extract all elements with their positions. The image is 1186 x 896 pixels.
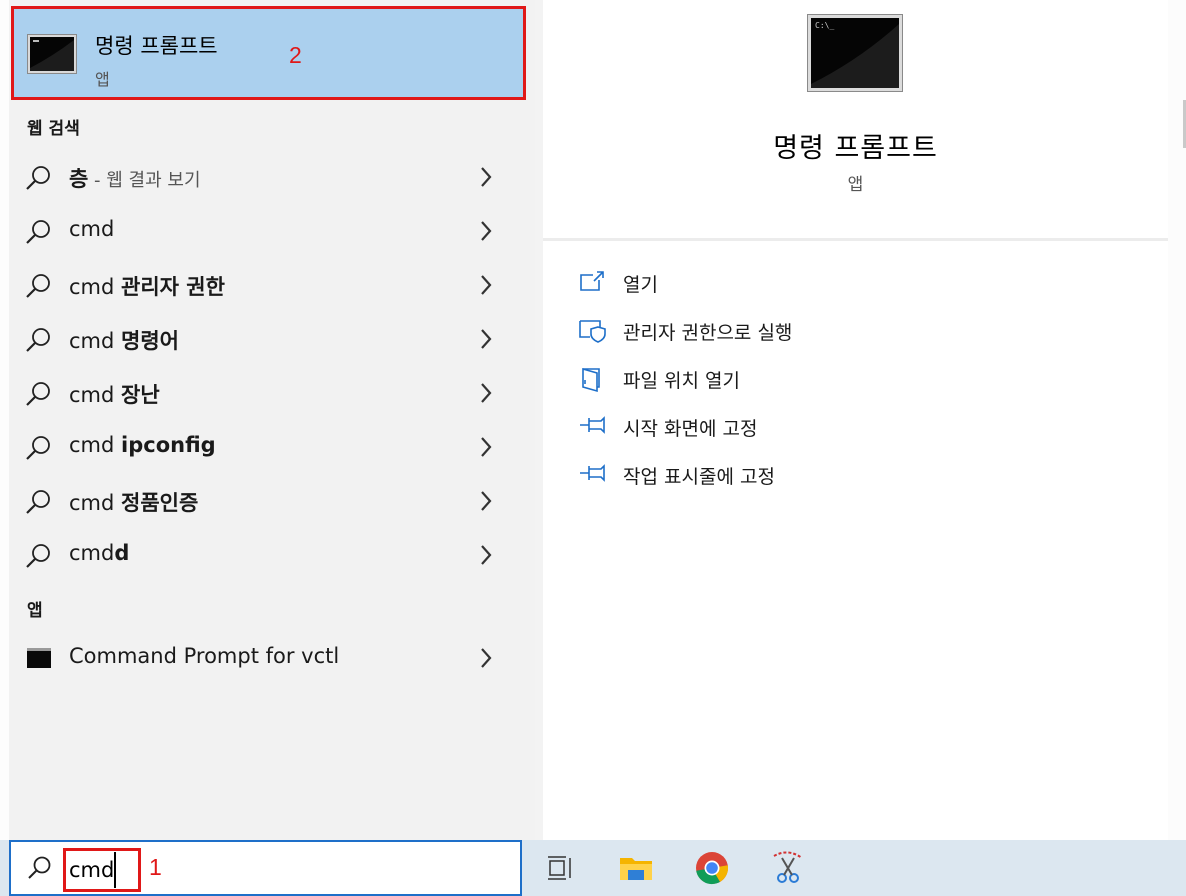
search-icon [25,272,53,304]
result-query-text: cmd [69,491,122,515]
best-match-title: 명령 프롬프트 [95,34,218,58]
action-pin-to-taskbar-label: 작업 표시줄에 고정 [623,466,775,488]
web-search-result[interactable]: cmd [9,204,535,258]
action-run-as-admin-label: 관리자 권한으로 실행 [623,322,793,344]
web-search-result-label: cmd ipconfig [69,433,216,457]
search-icon [25,488,53,520]
web-search-result[interactable]: cmd 장난 [9,366,535,420]
search-icon [25,542,53,574]
result-suggestion-text: 정품인증 [121,491,199,515]
action-pin-to-taskbar[interactable]: 작업 표시줄에 고정 [579,461,819,491]
result-suggestion-text: 층 [69,167,89,191]
result-query-text: cmd [69,275,122,299]
snipping-tool-button[interactable] [766,846,810,890]
search-icon [25,434,53,466]
snipping-tool-icon [773,851,803,883]
search-icon [25,218,53,250]
command-prompt-icon [27,648,51,672]
best-match-subtitle: 앱 [95,70,110,89]
pin-icon [579,415,607,439]
start-menu-panel: 명령 프롬프트 앱 2 웹 검색 층 - 웹 결과 보기 cmd cmd 관리자 권… [9,0,1168,840]
best-match-command-prompt[interactable]: 명령 프롬프트 앱 2 [11,6,526,100]
shield-admin-icon [579,319,607,347]
action-pin-to-start-label: 시작 화면에 고정 [623,418,758,440]
action-open-label: 열기 [623,274,658,296]
web-search-result-label: 층 - 웹 결과 보기 [69,163,201,193]
command-prompt-icon [27,34,77,78]
taskbar-search-box[interactable]: 1 [9,840,522,896]
result-query-text: cmd [69,329,122,353]
result-suggestion-text: 명령어 [121,329,179,353]
preview-divider [543,238,1168,241]
web-search-result[interactable]: cmdd [9,528,535,582]
chevron-right-icon [479,274,493,300]
web-search-result[interactable]: cmd 명령어 [9,312,535,366]
chrome-icon [696,852,729,885]
web-search-result[interactable]: 층 - 웹 결과 보기 [9,150,535,204]
desktop-background-right [1168,0,1186,840]
preview-title: 명령 프롬프트 [773,133,938,164]
web-search-result[interactable]: cmd ipconfig [9,420,535,474]
result-suggestion-text: ipconfig [121,433,216,457]
chevron-right-icon [479,166,493,192]
web-search-result[interactable]: cmd 정품인증 [9,474,535,528]
open-icon [579,271,605,297]
task-view-button[interactable] [538,846,582,890]
chevron-right-icon [479,328,493,354]
terminal-prompt-text: C:\_ [815,21,834,30]
app-result-command-prompt-vctl[interactable]: Command Prompt for vctl [9,631,535,685]
task-view-icon [548,856,571,880]
search-input[interactable] [69,855,139,885]
annotation-step-1: 1 [149,854,162,880]
result-query-text: cmd [69,383,122,407]
file-location-icon [579,367,603,397]
chevron-right-icon [479,382,493,408]
preview-subtitle: 앱 [847,175,864,195]
search-icon [25,326,53,358]
action-open-file-location-label: 파일 위치 열기 [623,370,740,392]
file-explorer-button[interactable] [614,846,658,890]
text-caret [114,852,116,888]
file-explorer-icon [620,858,652,880]
search-icon [25,380,53,412]
web-search-result[interactable]: cmd 관리자 권한 [9,258,535,312]
search-icon [25,164,53,196]
result-suggestion-text: 관리자 권한 [121,275,225,299]
web-search-result-label: cmd 명령어 [69,325,179,355]
action-open[interactable]: 열기 [579,269,779,299]
web-search-result-label: cmd 정품인증 [69,487,198,517]
pin-icon [579,463,607,487]
result-query-text: cmd [69,541,115,565]
search-icon [27,855,53,885]
action-pin-to-start[interactable]: 시작 화면에 고정 [579,413,809,443]
result-query-text: cmd [69,433,122,457]
chevron-right-icon [479,647,493,673]
result-query-text: cmd [69,217,115,241]
chevron-right-icon [479,220,493,246]
chevron-right-icon [479,436,493,462]
app-result-label: Command Prompt for vctl [69,644,340,668]
chrome-button[interactable] [690,846,734,890]
web-search-result-label: cmd 관리자 권한 [69,271,225,301]
chevron-right-icon [479,490,493,516]
web-search-result-label: cmdd [69,541,129,565]
web-search-result-label: cmd 장난 [69,379,160,409]
command-prompt-large-icon: C:\_ [807,14,903,96]
result-suggestion-text: d [114,541,130,565]
chevron-right-icon [479,544,493,570]
annotation-step-2: 2 [289,42,302,68]
apps-header: 앱 [27,601,43,621]
web-search-header: 웹 검색 [27,119,80,139]
action-open-file-location[interactable]: 파일 위치 열기 [579,365,799,395]
result-suggestion-text: 장난 [121,383,160,407]
search-results-pane: 명령 프롬프트 앱 2 웹 검색 층 - 웹 결과 보기 cmd cmd 관리자 권… [9,0,535,840]
result-hint-text: - 웹 결과 보기 [88,170,201,191]
preview-pane: C:\_ 명령 프롬프트 앱 열기 관리자 권한으로 실행 파일 위치 열기 시… [543,0,1168,840]
action-run-as-admin[interactable]: 관리자 권한으로 실행 [579,317,839,347]
web-search-result-label: cmd [69,217,114,241]
